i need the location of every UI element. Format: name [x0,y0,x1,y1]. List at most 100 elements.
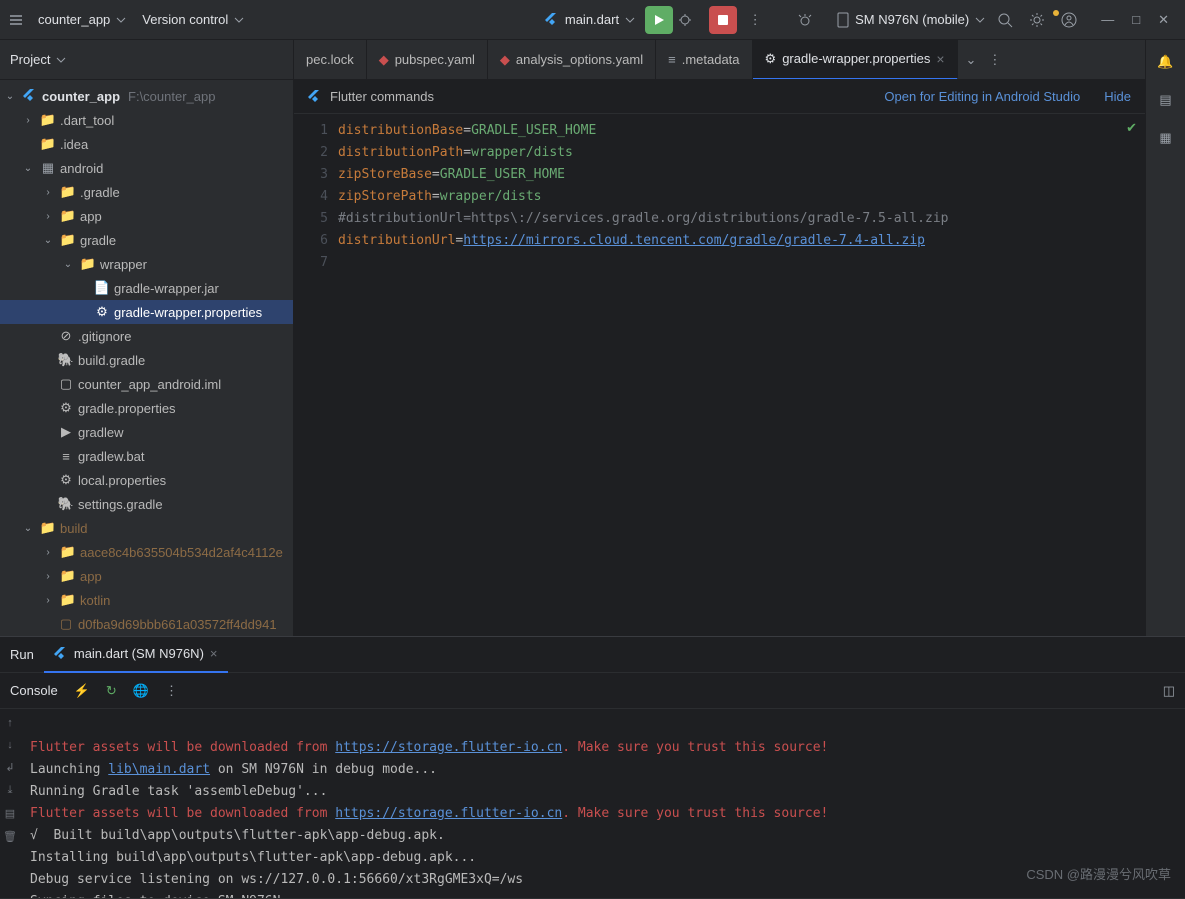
project-sidebar: Project ⌄ counter_app F:\counter_app ›📁.… [0,40,294,636]
watermark: CSDN @路漫漫兮风吹草 [1026,864,1171,883]
tool-icon[interactable]: ▤ [1159,92,1171,108]
tree-item[interactable]: 🐘settings.gradle [0,492,293,516]
tool-icon[interactable]: ▦ [1159,130,1171,146]
tree-item[interactable]: ⌄📁wrapper [0,252,293,276]
chevron-down-icon [975,15,985,25]
tree-item[interactable]: ▶gradlew [0,420,293,444]
chevron-down-icon[interactable]: ⌄ [966,52,977,68]
tree-item[interactable]: 📄gradle-wrapper.jar [0,276,293,300]
devtools-icon[interactable]: 🌐 [133,683,149,699]
search-icon[interactable] [997,12,1025,28]
minimize-icon[interactable]: — [1101,12,1114,28]
tree-root[interactable]: ⌄ counter_app F:\counter_app [0,84,293,108]
project-name: counter_app [38,12,110,27]
line-gutter: 1234567 [294,114,338,636]
more-icon[interactable]: ⋮ [165,683,178,699]
vcs-label: Version control [142,12,228,27]
tab[interactable]: ◆analysis_options.yaml [488,40,656,80]
vcs-crumb[interactable]: Version control [136,12,250,27]
project-tree: ⌄ counter_app F:\counter_app ›📁.dart_too… [0,80,293,636]
editor-area: pec.lock ◆pubspec.yaml ◆analysis_options… [294,40,1145,636]
editor-tabs: pec.lock ◆pubspec.yaml ◆analysis_options… [294,40,1145,80]
tree-item[interactable]: ▢d0fba9d69bbb661a03572ff4dd941 [0,612,293,636]
settings-icon[interactable] [1029,12,1057,28]
tree-item[interactable]: ⌄📁build [0,516,293,540]
more-icon[interactable]: ⋮ [988,52,1001,68]
layout-icon[interactable]: ◫ [1163,683,1175,699]
user-icon[interactable] [1061,12,1089,28]
phone-icon [837,12,849,28]
chevron-down-icon [234,15,244,25]
close-icon[interactable]: ✕ [1158,12,1169,28]
chevron-down-icon [625,15,635,25]
tree-item[interactable]: ⚙local.properties [0,468,293,492]
hide-link[interactable]: Hide [1104,89,1131,104]
tree-item[interactable]: ⊘.gitignore [0,324,293,348]
run-button[interactable] [645,6,673,34]
close-icon[interactable]: × [936,51,944,67]
code-editor[interactable]: 1234567 distributionBase=GRADLE_USER_HOM… [294,114,1145,636]
filter-icon[interactable]: ▤ [5,807,15,820]
play-icon [653,14,665,26]
device-label: SM N976N (mobile) [855,12,969,27]
run-label: Run [10,647,34,662]
tree-item[interactable]: ⌄▦android [0,156,293,180]
run-tab[interactable]: main.dart (SM N976N) × [44,637,228,673]
sidebar-header[interactable]: Project [0,40,293,80]
hot-restart-icon[interactable]: ↻ [106,683,117,699]
bug-icon [677,12,693,28]
flutter-icon [545,13,559,27]
tree-item[interactable]: ≡gradlew.bat [0,444,293,468]
project-crumb[interactable]: counter_app [32,12,132,27]
console-gutter: ↑ ↓ ↲ ⤓ ▤ 🗑 [0,709,20,898]
more-actions[interactable]: ⋮ [741,12,769,28]
root-path: F:\counter_app [128,89,215,104]
open-android-studio-link[interactable]: Open for Editing in Android Studio [884,89,1080,104]
chevron-down-icon [56,55,66,65]
console-label: Console [10,683,58,698]
menu-icon[interactable] [8,12,28,28]
down-arrow-icon[interactable]: ↓ [7,739,13,751]
tree-item[interactable]: ›📁aace8c4b635504b534d2af4c4112e [0,540,293,564]
debug-button[interactable] [677,12,705,28]
tab[interactable]: pec.lock [294,40,367,80]
root-name: counter_app [42,89,120,104]
tab[interactable]: ◆pubspec.yaml [367,40,488,80]
stop-icon [718,15,728,25]
tab-active[interactable]: ⚙gradle-wrapper.properties× [753,40,958,80]
close-icon[interactable]: × [210,646,218,661]
top-toolbar: counter_app Version control main.dart ⋮ … [0,0,1185,40]
run-config[interactable]: main.dart [539,12,641,27]
wrap-icon[interactable]: ↲ [5,761,14,774]
device-selector[interactable]: SM N976N (mobile) [829,12,993,28]
tree-item[interactable]: ›📁.gradle [0,180,293,204]
maximize-icon[interactable]: □ [1132,12,1140,28]
hot-reload-icon[interactable]: ⚡ [74,683,90,699]
sidebar-title: Project [10,52,50,67]
debug-icon-2[interactable] [797,12,825,28]
tree-item-selected[interactable]: ⚙gradle-wrapper.properties [0,300,293,324]
run-config-label: main.dart [565,12,619,27]
flutter-icon [23,89,37,103]
tree-item[interactable]: ⚙gradle.properties [0,396,293,420]
tree-item[interactable]: ⌄📁gradle [0,228,293,252]
bug-icon [797,12,813,28]
flutter-commands-label: Flutter commands [330,89,434,104]
stop-button[interactable] [709,6,737,34]
tree-item[interactable]: ›📁.dart_tool [0,108,293,132]
bell-icon[interactable]: 🔔 [1157,54,1173,70]
tree-item[interactable]: 🐘build.gradle [0,348,293,372]
scroll-icon[interactable]: ⤓ [8,784,13,797]
tree-item[interactable]: ›📁kotlin [0,588,293,612]
tree-item[interactable]: ›📁app [0,564,293,588]
console-output[interactable]: Flutter assets will be downloaded from h… [20,709,1185,898]
tab[interactable]: ≡.metadata [656,40,752,80]
trash-icon[interactable]: 🗑 [3,830,17,843]
run-panel: Run main.dart (SM N976N) × Console ⚡ ↻ 🌐… [0,636,1185,898]
tree-item[interactable]: 📁.idea [0,132,293,156]
tree-item[interactable]: ▢counter_app_android.iml [0,372,293,396]
right-tool-strip: 🔔 ▤ ▦ [1145,40,1185,636]
check-icon: ✔ [1126,120,1137,136]
up-arrow-icon[interactable]: ↑ [7,717,13,729]
tree-item[interactable]: ›📁app [0,204,293,228]
